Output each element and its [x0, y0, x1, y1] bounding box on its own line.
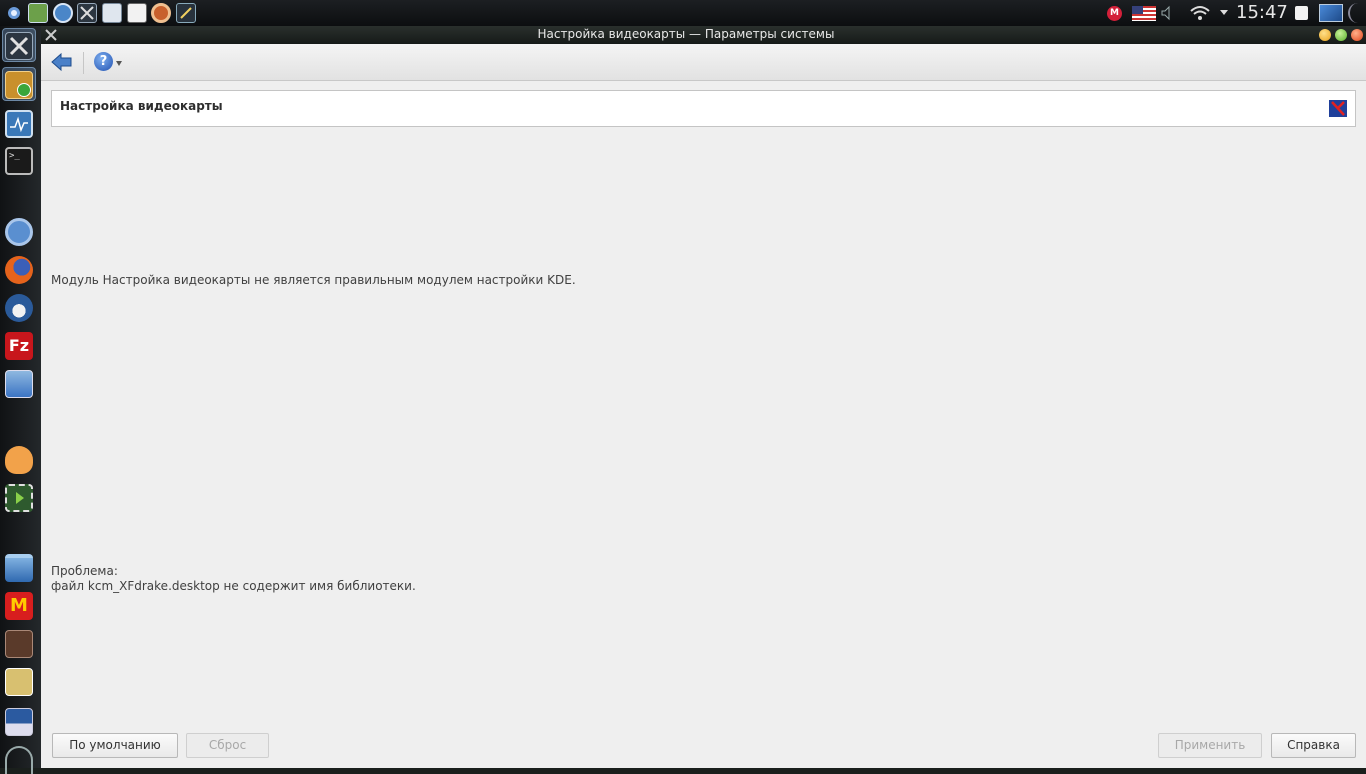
dock-chromium-icon[interactable]	[5, 218, 33, 246]
disc-burner-icon[interactable]	[151, 3, 171, 23]
wand-tool-icon[interactable]	[176, 3, 196, 23]
file-manager-icon[interactable]	[102, 3, 122, 23]
volume-icon[interactable]	[1160, 5, 1172, 21]
problem-label: Проблема:	[51, 564, 118, 578]
dock-remote-desktop-icon[interactable]	[5, 370, 33, 398]
problem-section: Проблема: файл kcm_XFdrake.desktop не со…	[51, 564, 416, 594]
wifi-icon[interactable]	[1189, 4, 1211, 22]
back-arrow-icon	[51, 52, 72, 72]
maximize-button[interactable]	[1335, 29, 1347, 41]
kde-menu-icon[interactable]	[4, 3, 24, 23]
window-titlebar[interactable]: Настройка видеокарты — Параметры системы	[41, 26, 1366, 44]
minimize-button[interactable]	[1319, 29, 1331, 41]
dock-firefox-icon[interactable]	[5, 256, 33, 284]
tray-expand-arrow-icon[interactable]	[1220, 10, 1228, 15]
toolbar: ?	[41, 44, 1366, 81]
module-header: Настройка видеокарты	[51, 90, 1356, 127]
dock-filezilla-icon[interactable]: Fz	[5, 332, 33, 360]
apply-button[interactable]: Применить	[1158, 733, 1262, 758]
window-title: Настройка видеокарты — Параметры системы	[537, 27, 835, 41]
reset-button[interactable]: Сброс	[186, 733, 269, 758]
tray-mega-icon[interactable]: M	[1107, 6, 1122, 21]
dock-terminal-icon[interactable]: >_	[5, 147, 33, 175]
card-game-icon[interactable]	[127, 3, 147, 23]
dock-system-monitor-icon[interactable]	[5, 110, 33, 138]
problem-detail: файл kcm_XFdrake.desktop не содержит имя…	[51, 579, 416, 593]
software-install-icon[interactable]	[28, 3, 48, 23]
module-title: Настройка видеокарты	[60, 99, 223, 113]
defaults-button[interactable]: По умолчанию	[52, 733, 178, 758]
help-button[interactable]: Справка	[1271, 733, 1356, 758]
toolbar-separator	[83, 52, 84, 74]
dock-thunderbird-icon[interactable]	[5, 294, 33, 322]
dock-mcdonalds-game-icon[interactable]: M	[5, 592, 33, 620]
clock[interactable]: 15:47	[1236, 2, 1288, 24]
dock-bottom-arc-icon[interactable]	[5, 746, 33, 774]
dock-puzzle-game-icon[interactable]	[5, 668, 33, 696]
network-center-icon[interactable]	[53, 3, 73, 23]
keyboard-layout-flag-icon[interactable]	[1132, 6, 1156, 21]
dock-video-editor-icon[interactable]	[5, 484, 33, 512]
dock-software-update-icon[interactable]	[5, 71, 33, 99]
error-message: Модуль Настройка видеокарты не является …	[51, 273, 576, 287]
help-menu-button[interactable]: ?	[94, 51, 126, 73]
dock-save-disk-icon[interactable]	[5, 708, 33, 736]
dropdown-arrow-icon	[116, 61, 122, 66]
help-icon: ?	[94, 52, 113, 71]
xfdrake-module-icon	[1329, 100, 1347, 117]
system-settings-window: Настройка видеокарты — Параметры системы…	[41, 26, 1366, 768]
panel-corner-icon[interactable]	[1348, 3, 1366, 23]
dock-system-settings-icon[interactable]	[5, 32, 33, 60]
close-button[interactable]	[1351, 29, 1363, 41]
back-button[interactable]	[50, 51, 74, 73]
show-desktop-icon[interactable]	[1319, 4, 1343, 22]
dock-tools-game-icon[interactable]	[5, 630, 33, 658]
top-panel: M 15:47	[0, 0, 1366, 26]
system-settings-icon[interactable]	[77, 3, 97, 23]
dock-folder-icon[interactable]	[5, 554, 33, 582]
dock-orange-app-icon[interactable]	[5, 446, 33, 474]
left-dock: >_ Fz M	[0, 26, 41, 774]
notes-icon[interactable]	[1295, 6, 1308, 20]
